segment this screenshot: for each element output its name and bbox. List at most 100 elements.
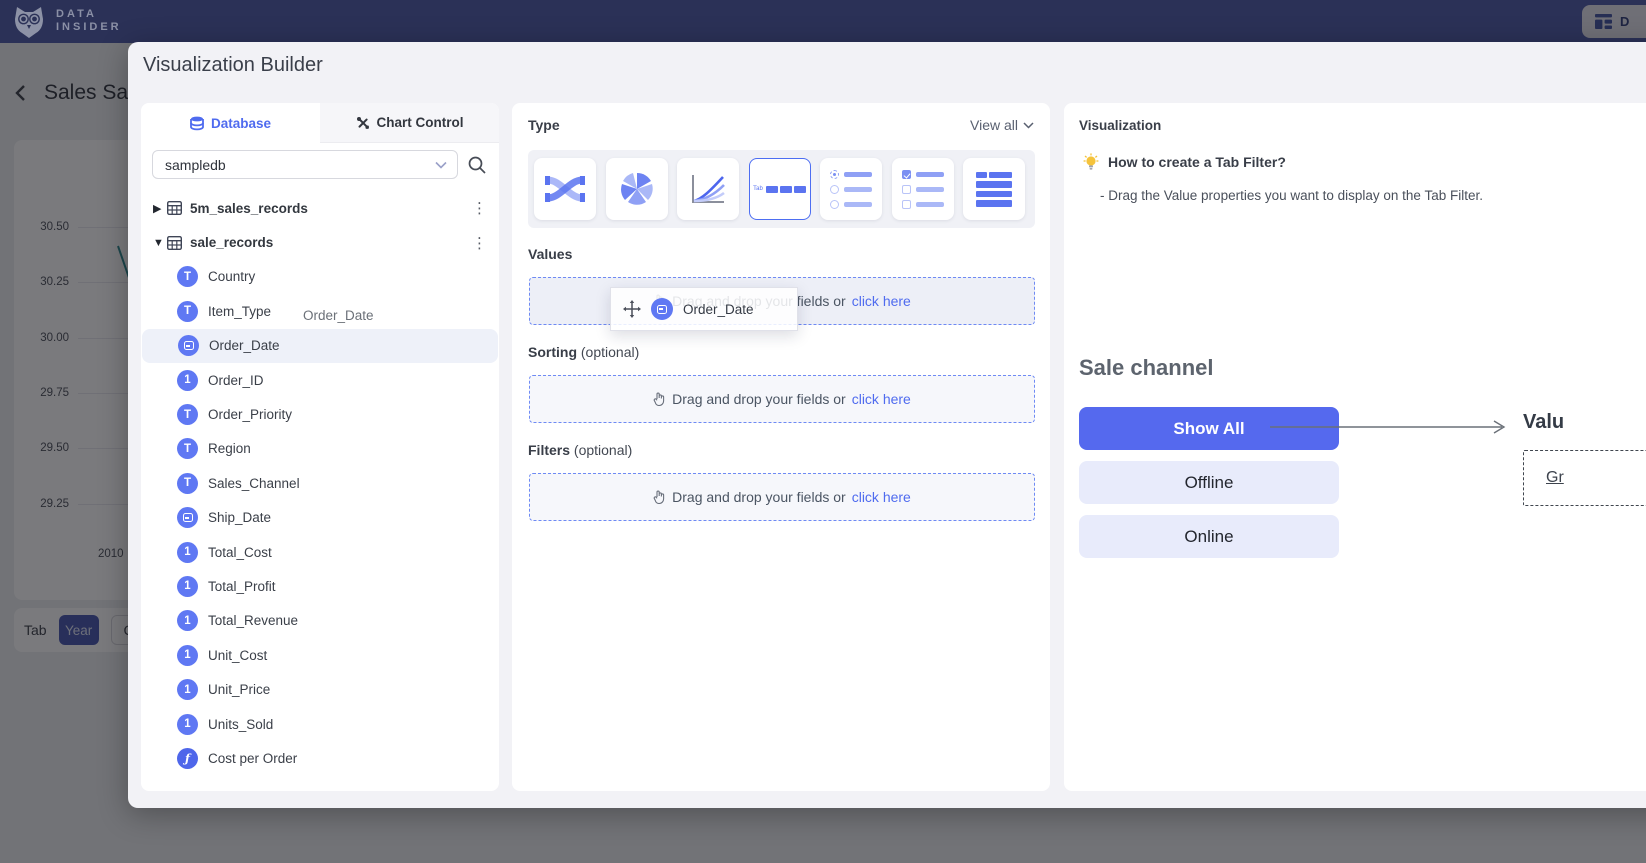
text-type-icon: T [177, 473, 198, 494]
line-chart-icon [690, 173, 726, 205]
table-row-sale-records[interactable]: ▼ sale_records ⋮ [141, 225, 499, 259]
field-row-unit-cost[interactable]: 1 Unit_Cost [141, 638, 499, 672]
chart-type-strip: Tab [528, 150, 1035, 228]
chip-label: Order_Date [683, 302, 754, 317]
field-row-order-date[interactable]: Order_Date [142, 329, 498, 363]
dashboard-nav-button[interactable]: D [1582, 5, 1646, 38]
field-row-sales-channel[interactable]: T Sales_Channel [141, 466, 499, 500]
filters-dropzone-text: Drag and drop your fields or [672, 489, 846, 505]
checkbox-list-icon [902, 170, 944, 209]
table-icon [167, 201, 182, 215]
field-row-cost-per-order[interactable]: ƒ Cost per Order [141, 741, 499, 775]
chart-type-checkbox-list[interactable] [892, 158, 954, 220]
drag-hand-icon [653, 392, 666, 406]
visualization-header: Visualization [1079, 118, 1161, 133]
visualization-builder-modal: Visualization Builder Database [128, 42, 1646, 808]
sorting-click-here-link[interactable]: click here [852, 391, 911, 407]
tip-title: How to create a Tab Filter? [1108, 154, 1286, 170]
tools-icon [356, 116, 370, 130]
date-type-icon [651, 298, 673, 320]
table-label: sale_records [190, 235, 273, 250]
lightbulb-icon [1083, 153, 1099, 171]
field-row-order-priority[interactable]: T Order_Priority [141, 397, 499, 431]
tip-body: - Drag the Value properties you want to … [1100, 188, 1483, 203]
brand-text: DATA INSIDER [56, 8, 122, 34]
owl-logo-icon [12, 3, 46, 39]
tab-chart-control-label: Chart Control [377, 115, 464, 130]
dragged-field-chip[interactable]: Order_Date [610, 287, 798, 331]
values-click-here-link[interactable]: click here [852, 293, 911, 309]
filters-click-here-link[interactable]: click here [852, 489, 911, 505]
database-select[interactable]: sampledb [152, 150, 458, 179]
group-dashed-box: Gr [1523, 450, 1646, 506]
nav-button-label: D [1620, 14, 1629, 29]
field-row-total-revenue[interactable]: 1 Total_Revenue [141, 604, 499, 638]
brand-logo[interactable]: DATA INSIDER [12, 3, 122, 39]
chart-type-radio-list[interactable] [820, 158, 882, 220]
caret-down-icon[interactable]: ▼ [153, 237, 167, 249]
chart-type-table[interactable] [963, 158, 1025, 220]
date-type-icon [177, 507, 198, 528]
field-row-region[interactable]: T Region [141, 432, 499, 466]
pie-chart-icon [620, 172, 654, 206]
text-type-icon: T [177, 266, 198, 287]
number-type-icon: 1 [177, 714, 198, 735]
tab-database[interactable]: Database [141, 103, 320, 143]
sorting-dropzone-text: Drag and drop your fields or [672, 391, 846, 407]
function-type-icon: ƒ [177, 748, 198, 769]
table-icon [167, 236, 182, 250]
number-type-icon: 1 [177, 679, 198, 700]
tab-filter-online-button[interactable]: Online [1079, 515, 1339, 558]
drag-hand-icon [653, 490, 666, 504]
text-type-icon: T [177, 438, 198, 459]
chevron-down-icon [1023, 122, 1034, 129]
search-icon [467, 155, 487, 175]
chart-type-pie[interactable] [606, 158, 668, 220]
filters-label: Filters (optional) [528, 442, 632, 458]
visualization-panel: Visualization How to create a Tab Filter… [1064, 103, 1646, 791]
radio-list-icon [830, 170, 872, 209]
field-row-total-profit[interactable]: 1 Total_Profit [141, 569, 499, 603]
number-type-icon: 1 [177, 645, 198, 666]
tab-filter-icon: Tab [753, 186, 806, 193]
builder-panel: Type View all [512, 103, 1050, 791]
field-row-order-id[interactable]: 1 Order_ID [141, 363, 499, 397]
number-type-icon: 1 [177, 610, 198, 631]
values-label: Values [528, 246, 572, 262]
search-button[interactable] [467, 155, 487, 175]
table-list-icon [976, 172, 1012, 207]
annotation-arrow [1270, 419, 1510, 440]
view-all-button[interactable]: View all [970, 117, 1034, 133]
chart-type-line[interactable] [677, 158, 739, 220]
chart-type-sankey[interactable] [534, 158, 596, 220]
text-type-icon: T [177, 404, 198, 425]
group-link[interactable]: Gr [1546, 469, 1564, 487]
visualization-builder-screen: DATA INSIDER D Sales Sa 30.50 30.25 30.0… [0, 0, 1646, 863]
tab-filter-offline-button[interactable]: Offline [1079, 461, 1339, 504]
type-section-label: Type [528, 117, 560, 133]
field-row-total-cost[interactable]: 1 Total_Cost [141, 535, 499, 569]
database-panel: Database Chart Control sampledb [141, 103, 499, 791]
caret-right-icon[interactable]: ▶ [153, 202, 167, 215]
filters-dropzone[interactable]: Drag and drop your fields or click here [529, 473, 1035, 521]
preview-chart-title: Sale channel [1079, 355, 1214, 381]
table-row-5m-sales-records[interactable]: ▶ 5m_sales_records ⋮ [141, 191, 499, 225]
tab-database-label: Database [211, 116, 271, 131]
field-row-country[interactable]: T Country [141, 260, 499, 294]
dashboard-grid-icon [1595, 14, 1612, 29]
text-type-icon: T [177, 301, 198, 322]
sorting-dropzone[interactable]: Drag and drop your fields or click here [529, 375, 1035, 423]
field-row-ship-date[interactable]: Ship_Date [141, 501, 499, 535]
number-type-icon: 1 [177, 370, 198, 391]
table-menu-icon[interactable]: ⋮ [472, 234, 487, 252]
number-type-icon: 1 [177, 542, 198, 563]
table-menu-icon[interactable]: ⋮ [472, 199, 487, 217]
drag-ghost-label: Order_Date [303, 308, 374, 323]
panel-tabs: Database Chart Control [141, 103, 499, 143]
tab-chart-control[interactable]: Chart Control [320, 103, 499, 143]
chart-type-tab-filter-selected[interactable]: Tab [749, 158, 811, 220]
field-row-unit-price[interactable]: 1 Unit_Price [141, 672, 499, 706]
table-label: 5m_sales_records [190, 201, 308, 216]
sorting-label: Sorting (optional) [528, 344, 639, 360]
field-row-units-sold[interactable]: 1 Units_Sold [141, 707, 499, 741]
